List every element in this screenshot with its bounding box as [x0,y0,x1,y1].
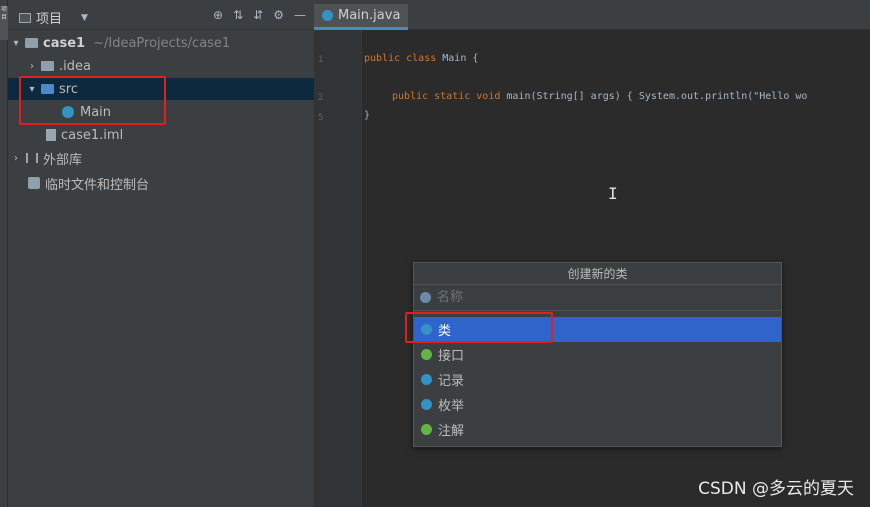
module-folder-icon [25,38,38,48]
locate-icon[interactable]: ⊕ [213,8,223,22]
create-class-popup: 创建新的类 类 接口 记录 枚举 注解 [413,262,782,447]
editor-gutter: 1 2 5 [314,30,362,507]
tree-item-external-libraries[interactable]: › 外部库 [8,147,314,169]
ide-window: 项目 项目 ▼ ⊕ ⇅ ⇵ ⚙ — ▾ case1 ~/IdeaProjects… [0,0,870,507]
code-line: public static void main(String[] args) {… [392,91,807,102]
code-text: } [364,110,371,121]
watermark: CSDN @多云的夏天 [698,479,854,499]
annotation-icon [421,424,432,435]
tree-item-label: Main [80,104,112,120]
interface-icon [421,349,432,360]
kind-option-label: 枚举 [438,399,465,414]
collapse-all-icon[interactable]: ⇵ [253,8,263,22]
tab-label: Main.java [338,8,401,23]
project-panel-title: 项目 [36,12,63,27]
class-name-field [414,285,781,311]
code-keyword: public static void [392,91,501,102]
kind-option-label: 注解 [438,424,465,439]
tree-item-label: case1.iml [61,127,124,143]
gear-icon[interactable]: ⚙ [273,8,284,22]
line-number: 1 [318,55,324,65]
record-icon [421,374,432,385]
text-cursor-icon: I [608,184,618,203]
enum-icon [421,399,432,410]
tree-item-label: 外部库 [43,152,83,168]
expand-all-icon[interactable]: ⇅ [233,8,243,22]
tab-main-java[interactable]: Main.java [314,4,409,30]
code-text: main(String[] args) { System.out.println… [500,91,808,102]
kind-option-label: 类 [438,324,452,339]
chevron-right-icon[interactable]: › [10,153,22,164]
source-folder-icon [41,84,54,94]
class-icon [421,324,432,335]
scratch-icon [28,177,40,189]
project-view-selector[interactable]: 项目 ▼ [19,8,88,27]
popup-title: 创建新的类 [414,263,781,285]
project-icon [19,12,31,23]
tree-item-src[interactable]: ▾ src [8,78,314,100]
tree-item-scratches[interactable]: 临时文件和控制台 [8,172,314,194]
line-number: 2 [318,93,324,103]
kind-option-annotation[interactable]: 注解 [414,417,781,442]
code-line: } [364,110,370,121]
library-icon [26,153,38,163]
tree-item-case1[interactable]: ▾ case1 ~/IdeaProjects/case1 [8,32,314,54]
project-panel-header: 项目 ▼ ⊕ ⇅ ⇵ ⚙ — [8,0,314,30]
class-icon [62,106,74,118]
editor-tab-bar: Main.java [314,0,870,30]
project-toolbar: ⊕ ⇅ ⇵ ⚙ — [213,8,306,22]
class-icon [420,292,431,303]
kind-option-record[interactable]: 记录 [414,367,781,392]
class-icon [322,10,333,21]
tree-item-case1-iml[interactable]: case1.iml [8,124,314,146]
hide-icon[interactable]: — [294,8,306,22]
code-text: Main { [436,53,479,64]
tool-window-stripe: 项目 [0,0,8,507]
chevron-right-icon[interactable]: › [26,61,38,72]
code-line: public class Main { [364,53,478,64]
kind-option-enum[interactable]: 枚举 [414,392,781,417]
kind-option-label: 接口 [438,349,465,364]
kind-option-label: 记录 [438,374,465,389]
folder-icon [41,61,54,71]
tree-item-idea[interactable]: › .idea [8,55,314,77]
project-panel: 项目 ▼ ⊕ ⇅ ⇵ ⚙ — ▾ case1 ~/IdeaProjects/ca… [8,0,314,507]
chevron-down-icon[interactable]: ▾ [10,38,22,49]
kind-option-class[interactable]: 类 [414,317,781,342]
tree-item-path: ~/IdeaProjects/case1 [93,35,231,51]
tree-item-main[interactable]: Main [8,101,314,123]
chevron-down-icon[interactable]: ▾ [26,84,38,95]
class-name-input[interactable] [437,290,757,305]
tree-item-label: 临时文件和控制台 [45,177,150,193]
tree-item-label: .idea [59,58,91,74]
kind-option-interface[interactable]: 接口 [414,342,781,367]
tree-item-label: src [59,81,78,97]
chevron-down-icon[interactable]: ▼ [81,13,88,23]
file-icon [46,129,56,141]
stripe-project-tab[interactable]: 项目 [0,6,8,40]
line-number: 5 [318,113,324,123]
code-keyword: public class [364,53,437,64]
tree-item-label: case1 [43,35,86,51]
